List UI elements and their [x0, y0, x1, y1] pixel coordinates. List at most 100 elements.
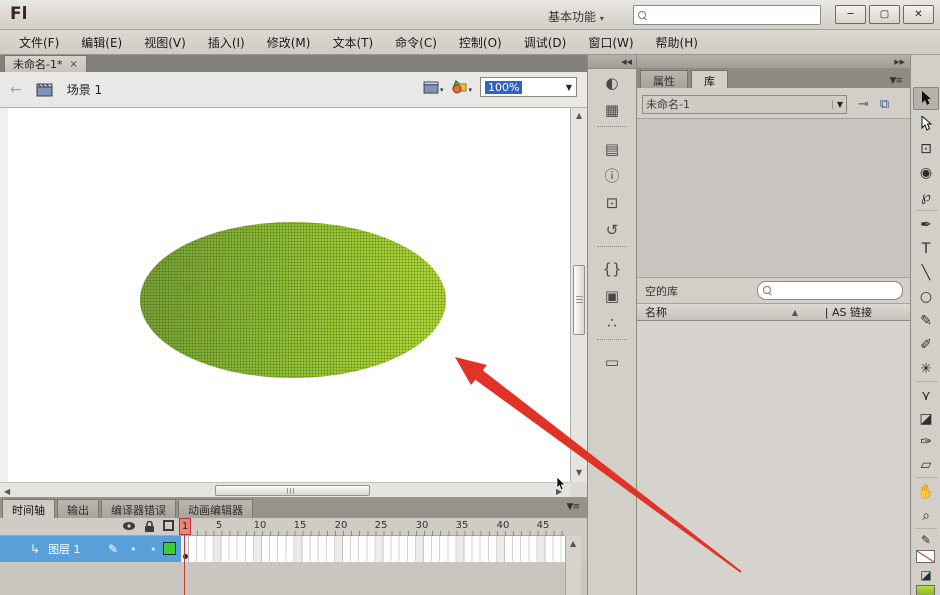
spray-brush-tool[interactable]: ✳ — [913, 357, 939, 380]
pencil-tool[interactable]: ✎ — [913, 309, 939, 332]
sort-ascending-icon[interactable]: ▲ — [792, 308, 798, 317]
text-tool[interactable]: T — [913, 237, 939, 260]
menu-modify[interactable]: 修改(M) — [256, 31, 322, 54]
library-item-list[interactable] — [637, 321, 910, 595]
history-icon[interactable]: ↺ — [595, 216, 629, 243]
code-snippets-icon[interactable]: {} — [595, 255, 629, 282]
components-icon[interactable]: ▣ — [595, 282, 629, 309]
timeline-frames-area[interactable] — [181, 536, 565, 562]
layer-visibility-dot[interactable]: • — [130, 543, 137, 556]
edit-scene-button[interactable]: ▾ — [423, 80, 443, 94]
hand-tool[interactable]: ✋ — [913, 480, 939, 503]
stage-horizontal-scrollbar[interactable]: ◀ ▶ — [0, 482, 570, 497]
menu-window[interactable]: 窗口(W) — [577, 31, 644, 54]
info-icon[interactable]: ⓘ — [595, 162, 629, 189]
fill-color-swatch[interactable] — [916, 585, 935, 595]
timeline-empty-area — [0, 562, 587, 595]
maximize-button[interactable]: ▢ — [869, 5, 900, 24]
selected-ellipse-shape[interactable] — [140, 222, 446, 378]
tab-timeline[interactable]: 时间轴 — [2, 499, 55, 518]
lock-icon[interactable] — [144, 521, 155, 533]
tab-compiler-errors[interactable]: 编译器错误 — [101, 499, 176, 518]
oval-tool[interactable]: ○ — [913, 285, 939, 308]
scroll-down-icon[interactable]: ▼ — [576, 468, 582, 477]
help-search-input[interactable] — [633, 5, 821, 25]
dock-collapse-header[interactable]: ◀◀ — [588, 55, 636, 69]
scroll-right-icon[interactable]: ▶ — [556, 487, 562, 496]
subselection-tool[interactable] — [913, 112, 939, 135]
menu-debug[interactable]: 调试(D) — [513, 31, 578, 54]
menu-edit[interactable]: 编辑(E) — [70, 31, 133, 54]
tab-output[interactable]: 输出 — [57, 499, 99, 518]
selection-tool[interactable] — [913, 87, 939, 110]
workspace-label: 基本功能 — [548, 10, 597, 24]
minimize-button[interactable]: ─ — [835, 5, 866, 24]
swatches-icon[interactable]: ▦ — [595, 96, 629, 123]
scroll-left-icon[interactable]: ◀ — [4, 487, 10, 496]
tab-motion-editor[interactable]: 动画编辑器 — [178, 499, 253, 518]
menu-insert[interactable]: 插入(I) — [197, 31, 256, 54]
document-tab[interactable]: 未命名-1* × — [4, 55, 87, 72]
layer-lock-dot[interactable]: • — [150, 543, 157, 556]
library-panel-menu-icon[interactable]: ▼≡ — [890, 76, 904, 86]
timeline-layer-header — [0, 518, 181, 536]
layer-row[interactable]: ↳ 图层 1 ✎ • • — [0, 536, 181, 562]
menu-help[interactable]: 帮助(H) — [645, 31, 709, 54]
menu-control[interactable]: 控制(O) — [448, 31, 513, 54]
3d-rotation-tool[interactable]: ◉ — [913, 161, 939, 184]
line-tool[interactable]: ╲ — [913, 261, 939, 284]
document-close-icon[interactable]: × — [69, 59, 77, 70]
library-status-row: 空的库 — [637, 279, 910, 303]
visibility-eye-icon[interactable] — [122, 521, 136, 531]
search-icon — [763, 286, 772, 295]
back-arrow-icon[interactable]: ← — [10, 82, 22, 98]
new-library-panel-icon[interactable]: ⧉ — [880, 97, 889, 112]
panel-dock-strip: ◀◀ ◐ ▦ ▤ ⓘ ⊡ ↺ {} ▣ ∴ ▭ — [587, 55, 637, 595]
pin-library-icon[interactable]: ⊸ — [858, 97, 869, 112]
panel-collapse-header[interactable]: ▶▶ — [637, 55, 910, 69]
close-button[interactable]: ✕ — [903, 5, 934, 24]
stage-vertical-scrollbar[interactable]: ▲ ▼ — [570, 108, 587, 482]
brush-tool[interactable]: ✐ — [913, 333, 939, 356]
layer-type-icon: ↳ — [30, 542, 41, 556]
paint-bucket-tool[interactable]: ◪ — [913, 407, 939, 430]
horizontal-scroll-thumb[interactable] — [215, 485, 370, 496]
pen-tool[interactable]: ✒ — [913, 213, 939, 236]
library-document-dropdown[interactable]: 未命名-1 ▼ — [642, 94, 847, 114]
zoom-tool[interactable]: ⌕ — [913, 504, 939, 527]
menu-view[interactable]: 视图(V) — [133, 31, 197, 54]
align-icon[interactable]: ▤ — [595, 135, 629, 162]
outline-mode-icon[interactable] — [163, 520, 174, 531]
layer-outline-color-swatch[interactable] — [163, 542, 176, 555]
stroke-color-swatch[interactable] — [916, 550, 935, 563]
project-icon[interactable]: ▭ — [595, 348, 629, 375]
timeline-panel-menu-icon[interactable]: ▼≡ — [567, 502, 581, 512]
menu-file[interactable]: 文件(F) — [8, 31, 70, 54]
collapse-left-icon: ◀◀ — [621, 57, 632, 66]
bone-tool[interactable]: ⋎ — [913, 384, 939, 407]
tab-properties[interactable]: 属性 — [640, 70, 688, 88]
workspace-switcher-button[interactable]: 基本功能 ▾ — [540, 6, 612, 25]
motion-presets-icon[interactable]: ∴ — [595, 309, 629, 336]
menu-commands[interactable]: 命令(C) — [384, 31, 448, 54]
scroll-up-icon[interactable]: ▲ — [570, 539, 576, 548]
stage-canvas[interactable] — [0, 108, 570, 482]
timeline-vertical-scrollbar[interactable]: ▲ — [565, 536, 581, 595]
lasso-tool[interactable]: ℘ — [913, 185, 939, 208]
library-search-input[interactable] — [757, 281, 903, 300]
edit-symbols-button[interactable]: ▾ — [451, 80, 472, 94]
playhead-marker[interactable]: 1 — [179, 518, 191, 535]
document-tab-title: 未命名-1* — [13, 58, 63, 71]
vertical-scroll-thumb[interactable] — [573, 265, 585, 335]
eyedropper-tool[interactable]: ✑ — [913, 430, 939, 453]
column-as-linkage[interactable]: | AS 链接 — [825, 304, 872, 320]
color-palette-icon[interactable]: ◐ — [595, 69, 629, 96]
menu-text[interactable]: 文本(T) — [321, 31, 384, 54]
scroll-up-icon[interactable]: ▲ — [576, 111, 582, 120]
transform-icon[interactable]: ⊡ — [595, 189, 629, 216]
column-name[interactable]: 名称 — [645, 304, 667, 320]
tab-library[interactable]: 库 — [691, 70, 728, 88]
stage-zoom-combobox[interactable]: 100% ▼ — [480, 77, 577, 97]
free-transform-tool[interactable]: ⊡ — [913, 137, 939, 160]
eraser-tool[interactable]: ▱ — [913, 453, 939, 476]
